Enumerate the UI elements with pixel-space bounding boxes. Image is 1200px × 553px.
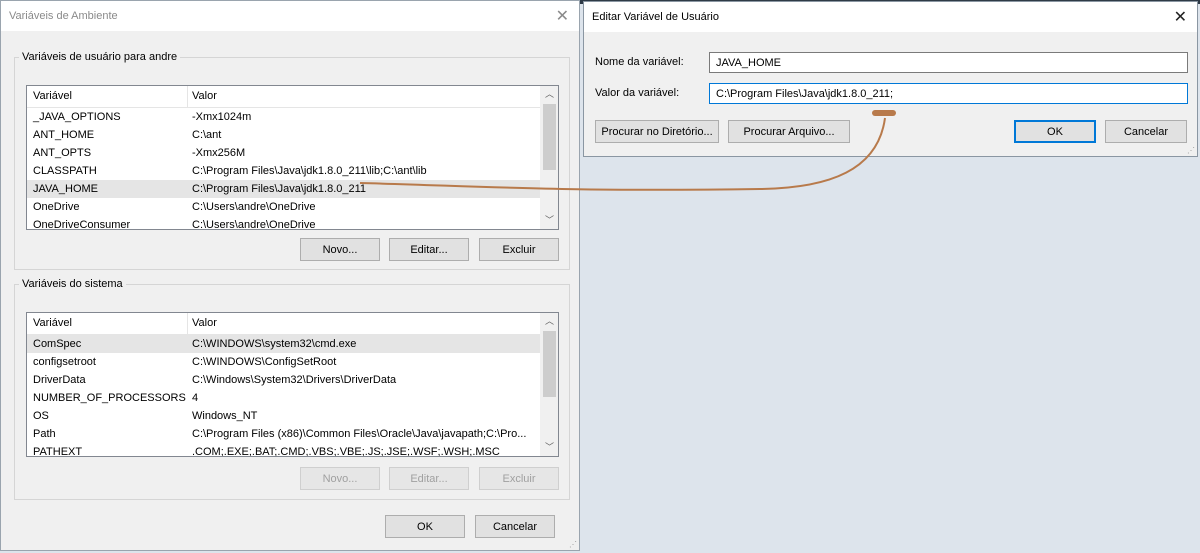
system-variables-rows: ComSpec C:\WINDOWS\system32\cmd.exe config… (27, 335, 558, 457)
scroll-down-icon[interactable]: ﹀ (541, 212, 558, 229)
close-icon[interactable]: ✕ (556, 6, 569, 26)
table-row[interactable]: DriverData C:\Windows\System32\Drivers\Dr… (27, 371, 558, 389)
variable-name-cell: configsetroot (33, 356, 96, 368)
variable-name-cell: DriverData (33, 374, 86, 386)
table-row[interactable]: ANT_OPTS -Xmx256M (27, 144, 558, 162)
edit-cancel-button[interactable]: Cancelar (1105, 120, 1187, 143)
variable-value-cell: C:\WINDOWS\ConfigSetRoot (192, 356, 337, 368)
user-variables-list[interactable]: Variável Valor _JAVA_OPTIONS -Xmx1024m ANT… (26, 85, 559, 230)
variable-name-cell: ComSpec (33, 338, 82, 350)
main-titlebar: Variáveis de Ambiente ✕ (1, 1, 579, 31)
user-variables-group: Variáveis de usuário para andre Variável… (14, 51, 570, 270)
browse-directory-button[interactable]: Procurar no Diretório... (595, 120, 719, 143)
table-row[interactable]: configsetroot C:\WINDOWS\ConfigSetRoot (27, 353, 558, 371)
variable-value-cell: .COM;.EXE;.BAT;.CMD;.VBS;.VBE;.JS;.JSE;.… (192, 446, 500, 457)
column-divider[interactable] (187, 86, 188, 107)
resize-grip-icon[interactable]: ⋰ (1187, 146, 1195, 155)
user-list-scrollbar[interactable]: ︿ ﹀ (540, 86, 558, 229)
column-header-value[interactable]: Valor (192, 317, 217, 329)
column-header-variable[interactable]: Variável (33, 90, 72, 102)
column-header-value[interactable]: Valor (192, 90, 217, 102)
variable-name-input[interactable] (709, 52, 1188, 73)
variable-value-input[interactable] (709, 83, 1188, 104)
variable-name-cell: PATHEXT (33, 446, 83, 457)
variable-value-cell: C:\Users\andre\OneDrive (192, 201, 316, 213)
variable-name-label: Nome da variável: (595, 56, 684, 68)
variable-value-cell: C:\ant (192, 129, 222, 141)
user-variables-rows: _JAVA_OPTIONS -Xmx1024m ANT_HOME C:\ant ANT_… (27, 108, 558, 230)
user-delete-button[interactable]: Excluir (479, 238, 559, 261)
main-dialog-title: Variáveis de Ambiente (9, 10, 118, 22)
variable-value-cell: C:\Program Files\Java\jdk1.8.0_211\lib;C… (192, 165, 427, 177)
browse-file-button[interactable]: Procurar Arquivo... (728, 120, 850, 143)
variable-name-cell: ANT_HOME (33, 129, 95, 141)
system-new-button[interactable]: Novo... (300, 467, 380, 490)
scroll-up-icon[interactable]: ︿ (541, 86, 558, 103)
variable-name-cell: JAVA_HOME (33, 183, 98, 195)
list-header: Variável Valor (27, 86, 558, 108)
table-row[interactable]: _JAVA_OPTIONS -Xmx1024m (27, 108, 558, 126)
table-row[interactable]: OS Windows_NT (27, 407, 558, 425)
variable-name-cell: ANT_OPTS (33, 147, 92, 159)
edit-dialog-title: Editar Variável de Usuário (592, 11, 719, 23)
variable-value-cell: C:\Windows\System32\Drivers\DriverData (192, 374, 397, 386)
system-delete-button[interactable]: Excluir (479, 467, 559, 490)
variable-name-cell: OS (33, 410, 49, 422)
table-row[interactable]: ANT_HOME C:\ant (27, 126, 558, 144)
scroll-down-icon[interactable]: ﹀ (541, 439, 558, 456)
variable-name-cell: OneDrive (33, 201, 80, 213)
user-new-button[interactable]: Novo... (300, 238, 380, 261)
environment-variables-dialog: Variáveis de Ambiente ✕ Variáveis de usu… (0, 0, 580, 551)
table-row[interactable]: CLASSPATH C:\Program Files\Java\jdk1.8.0_… (27, 162, 558, 180)
table-row[interactable]: PATHEXT .COM;.EXE;.BAT;.CMD;.VBS;.VBE;.JS… (27, 443, 558, 457)
table-row[interactable]: NUMBER_OF_PROCESSORS 4 (27, 389, 558, 407)
edit-user-variable-dialog: Editar Variável de Usuário ✕ Nome da var… (583, 1, 1198, 157)
variable-value-cell: -Xmx256M (192, 147, 246, 159)
column-header-variable[interactable]: Variável (33, 317, 72, 329)
list-header: Variável Valor (27, 313, 558, 335)
variable-name-cell: CLASSPATH (33, 165, 97, 177)
table-row[interactable]: OneDrive C:\Users\andre\OneDrive (27, 198, 558, 216)
scroll-up-icon[interactable]: ︿ (541, 313, 558, 330)
variable-value-cell: 4 (192, 392, 199, 404)
system-variables-group: Variáveis do sistema Variável Valor ComS… (14, 278, 570, 500)
variable-name-cell: OneDriveConsumer (33, 219, 131, 230)
table-row[interactable]: Path C:\Program Files (x86)\Common Files\… (27, 425, 558, 443)
system-variables-label: Variáveis do sistema (22, 278, 123, 290)
cancel-button[interactable]: Cancelar (475, 515, 555, 538)
system-variables-list[interactable]: Variável Valor ComSpec C:\WINDOWS\system3… (26, 312, 559, 457)
user-edit-button[interactable]: Editar... (389, 238, 469, 261)
variable-value-cell: C:\Users\andre\OneDrive (192, 219, 316, 230)
variable-name-cell: NUMBER_OF_PROCESSORS (33, 392, 186, 404)
user-variables-label: Variáveis de usuário para andre (22, 51, 178, 63)
variable-value-cell: C:\Program Files\Java\jdk1.8.0_211 (192, 183, 367, 195)
scrollbar-thumb[interactable] (543, 331, 556, 397)
variable-name-cell: Path (33, 428, 56, 440)
ok-button[interactable]: OK (385, 515, 465, 538)
resize-grip-icon[interactable]: ⋰ (569, 540, 577, 549)
variable-name-cell: _JAVA_OPTIONS (33, 111, 121, 123)
variable-value-cell: C:\Program Files (x86)\Common Files\Orac… (192, 428, 527, 440)
variable-value-cell: C:\WINDOWS\system32\cmd.exe (192, 338, 357, 350)
variable-value-label: Valor da variável: (595, 87, 680, 99)
close-icon[interactable]: ✕ (1174, 7, 1187, 27)
table-row[interactable]: ComSpec C:\WINDOWS\system32\cmd.exe (27, 335, 558, 353)
variable-value-cell: Windows_NT (192, 410, 258, 422)
column-divider[interactable] (187, 313, 188, 334)
system-list-scrollbar[interactable]: ︿ ﹀ (540, 313, 558, 456)
scrollbar-thumb[interactable] (543, 104, 556, 170)
edit-titlebar: Editar Variável de Usuário ✕ (584, 2, 1197, 32)
system-edit-button[interactable]: Editar... (389, 467, 469, 490)
table-row[interactable]: OneDriveConsumer C:\Users\andre\OneDrive (27, 216, 558, 230)
edit-ok-button[interactable]: OK (1014, 120, 1096, 143)
variable-value-cell: -Xmx1024m (192, 111, 252, 123)
table-row[interactable]: JAVA_HOME C:\Program Files\Java\jdk1.8.0_… (27, 180, 558, 198)
